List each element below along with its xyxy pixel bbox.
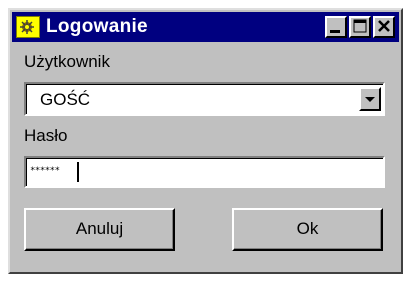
- close-button[interactable]: [373, 16, 395, 38]
- password-value: ******: [30, 166, 60, 176]
- maximize-icon: [353, 19, 367, 33]
- user-select[interactable]: GOŚĆ: [24, 82, 385, 116]
- minimize-button[interactable]: [325, 16, 347, 38]
- cancel-button[interactable]: Anuluj: [24, 208, 175, 251]
- window-title: Logowanie: [46, 16, 148, 37]
- text-caret: [77, 162, 79, 182]
- minimize-icon: [330, 30, 340, 33]
- login-dialog: Logowanie Użytkownik GOŚĆ Hasło ****** A…: [8, 8, 403, 274]
- title-bar[interactable]: Logowanie: [12, 12, 399, 42]
- password-label: Hasło: [24, 126, 68, 145]
- app-icon: [16, 16, 40, 38]
- user-label: Użytkownik: [24, 52, 110, 71]
- maximize-button[interactable]: [349, 16, 371, 38]
- chevron-down-icon: [365, 97, 375, 102]
- password-field[interactable]: ******: [24, 156, 385, 188]
- user-select-dropdown-button[interactable]: [359, 87, 381, 111]
- user-select-value: GOŚĆ: [40, 90, 91, 109]
- close-icon: [378, 20, 390, 32]
- ok-button[interactable]: Ok: [232, 208, 383, 251]
